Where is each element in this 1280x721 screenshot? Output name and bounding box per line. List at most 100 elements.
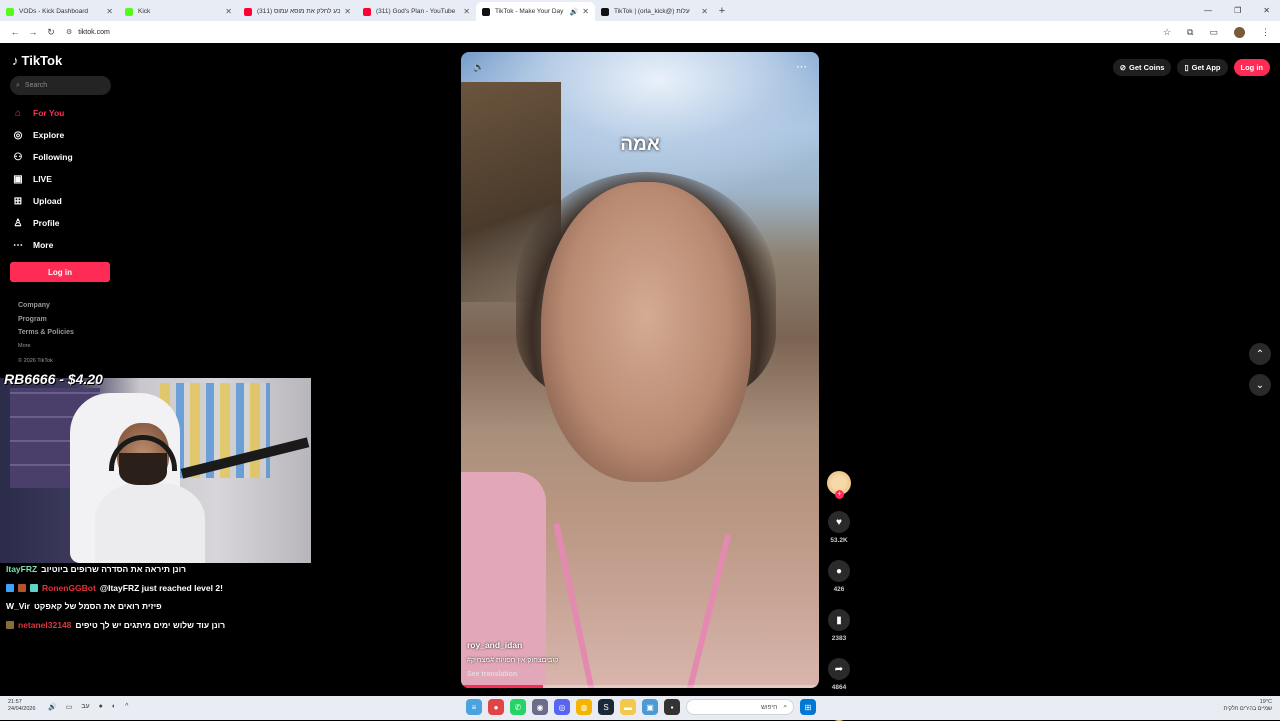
taskbar-app-icon[interactable]: ▪	[664, 699, 680, 715]
tiktok-logo[interactable]: ♪ TikTok	[12, 53, 62, 68]
clock-time: 21:57	[8, 699, 22, 705]
keyboard-lang-icon[interactable]: עב	[81, 703, 89, 711]
minimize-icon[interactable]: —	[1204, 6, 1212, 15]
follow-plus-icon[interactable]: +	[835, 490, 844, 499]
tier-badge-icon	[18, 583, 26, 592]
chevron-up-icon: ⌃	[1255, 348, 1265, 360]
previous-video-button[interactable]: ⌃	[1249, 343, 1271, 365]
more-options-icon[interactable]: ⋯	[796, 60, 807, 73]
tab-kick-dashboard[interactable]: VODs - Kick Dashboard ✕	[0, 2, 119, 21]
footer-more-link[interactable]: More	[18, 343, 74, 357]
profile-icon: ♙	[13, 217, 23, 229]
network-icon[interactable]: ▭	[66, 703, 73, 711]
taskbar-app-icon[interactable]: ≡	[466, 699, 482, 715]
taskbar-search[interactable]: חיפוש ⌕	[686, 699, 794, 715]
chevron-up-icon[interactable]: ^	[125, 703, 128, 711]
speaker-icon[interactable]: 🔊	[570, 8, 579, 16]
search-input[interactable]: ⌕ Search	[10, 76, 111, 95]
chat-message: W_Vir פיזית רואים את הסמל של קאפקט	[6, 597, 326, 616]
taskbar-app-icon[interactable]: ▣	[642, 699, 658, 715]
share-button[interactable]: ➦	[828, 658, 850, 680]
get-coins-label: Get Coins	[1129, 63, 1165, 72]
file-explorer-icon[interactable]: ▬	[620, 699, 636, 715]
cast-icon[interactable]: ▭	[1209, 27, 1218, 38]
taskbar-app-icon[interactable]: ●	[488, 699, 504, 715]
footer-company-link[interactable]: Company	[18, 302, 74, 316]
sidebar-item-explore[interactable]: ◎ Explore	[10, 124, 120, 146]
sidebar-item-for-you[interactable]: ⌂ For You	[10, 102, 120, 124]
tab-youtube-gods-plan[interactable]: (311) God's Plan - YouTube ✕	[357, 2, 476, 21]
close-tab-icon[interactable]: ✕	[463, 7, 470, 16]
taskbar-app-icon[interactable]: ◉	[532, 699, 548, 715]
close-tab-icon[interactable]: ✕	[344, 7, 351, 16]
sidebar-item-following[interactable]: ⚇ Following	[10, 146, 120, 168]
close-tab-icon[interactable]: ✕	[701, 7, 708, 16]
header-login-button[interactable]: Log in	[1233, 59, 1270, 76]
footer-terms-link[interactable]: Terms & Policies	[18, 329, 74, 343]
get-app-button[interactable]: ▯ Get App	[1177, 59, 1228, 76]
video-author[interactable]: roy_and_idan	[467, 640, 522, 650]
taskbar-app-icon[interactable]: ◎	[554, 699, 570, 715]
tab-title: Kick	[138, 8, 151, 15]
site-info-icon[interactable]: ⚙	[66, 28, 72, 36]
tab-youtube-1[interactable]: (311) עדן פוגל תבע לחלק את מוסא עמוס ✕	[238, 2, 357, 21]
like-button[interactable]: ♥	[828, 511, 850, 533]
youtube-favicon-icon	[363, 7, 371, 16]
tab-tiktok-active[interactable]: TikTok - Make Your Day 🔊 ✕	[476, 2, 595, 21]
sidebar-item-profile[interactable]: ♙ Profile	[10, 212, 120, 234]
comment-button[interactable]: ●	[828, 560, 850, 582]
get-coins-button[interactable]: ⊘ Get Coins	[1112, 59, 1172, 76]
forward-icon[interactable]: →	[24, 27, 42, 37]
close-tab-icon[interactable]: ✕	[106, 7, 113, 16]
url-input[interactable]: ⚙ tiktok.com	[66, 24, 1163, 40]
chrome-taskbar-icon[interactable]: ◍	[576, 699, 592, 715]
donation-alert: RB6666 - $4.20	[4, 371, 103, 387]
sidebar-item-upload[interactable]: ⊞ Upload	[10, 190, 120, 212]
new-tab-button[interactable]: +	[714, 2, 730, 21]
maximize-icon[interactable]: ❐	[1234, 6, 1241, 15]
sidebar-item-more[interactable]: ⋯ More	[10, 234, 120, 256]
close-window-icon[interactable]: ✕	[1263, 6, 1270, 15]
sub-badge-icon	[30, 583, 38, 592]
os-taskbar: 21:57 24/04/2026 🔊 ▭ עב ● ◐ ^ ≡ ● ✆ ◉ ◎ …	[0, 696, 1280, 720]
see-translation-link[interactable]: See translation	[467, 671, 517, 678]
reload-icon[interactable]: ↻	[42, 27, 60, 38]
taskbar-app-icon[interactable]: ✆	[510, 699, 526, 715]
next-video-button[interactable]: ⌄	[1249, 374, 1271, 396]
tray-app-icon[interactable]: ◐	[112, 703, 116, 711]
save-button[interactable]: ▮	[828, 609, 850, 631]
browser-menu-icon[interactable]: ⋮	[1261, 27, 1270, 38]
heart-icon: ♥	[836, 516, 842, 528]
kick-favicon-icon	[6, 7, 14, 16]
footer-program-link[interactable]: Program	[18, 316, 74, 330]
mic-icon[interactable]: ●	[99, 703, 103, 711]
sidebar-footer: Company Program Terms & Policies More © …	[18, 302, 74, 372]
taskbar-app-icon[interactable]: S	[598, 699, 614, 715]
sidebar-login-button[interactable]: Log in	[10, 262, 110, 282]
tab-kick[interactable]: Kick ✕	[119, 2, 238, 21]
volume-icon[interactable]: 🔊	[48, 703, 57, 711]
extensions-icon[interactable]: ⧉	[1187, 27, 1193, 38]
kick-favicon-icon	[125, 7, 133, 16]
chat-message: RonenGGBot @ItayFRZ just reached level 2…	[6, 579, 326, 598]
streamer-webcam	[0, 378, 311, 563]
video-player[interactable]: 🔈 ⋯ אמה roy_and_idan #קוביםצחוק אין חסוי…	[461, 52, 819, 688]
bookmark-star-icon[interactable]: ☆	[1163, 27, 1171, 38]
taskbar-clock[interactable]: 21:57 24/04/2026	[8, 699, 36, 713]
close-tab-icon[interactable]: ✕	[582, 7, 589, 16]
sidebar-item-live[interactable]: ▣ LIVE	[10, 168, 120, 190]
creator-avatar[interactable]: +	[827, 471, 851, 499]
volume-icon[interactable]: 🔈	[473, 62, 484, 73]
weather-widget[interactable]: 19°C שמיים בהירים חלקית	[1224, 699, 1272, 713]
video-progress-bar[interactable]	[461, 685, 819, 688]
close-tab-icon[interactable]: ✕	[225, 7, 232, 16]
back-icon[interactable]: ←	[6, 27, 24, 37]
clock-date: 24/04/2026	[8, 706, 36, 712]
tab-tiktok-profile[interactable]: TikTok | (orla_kick@) עלות ✕	[595, 2, 714, 21]
video-frame-strap	[686, 533, 732, 688]
like-count: 53.2K	[830, 537, 848, 544]
windows-start-icon[interactable]: ⊞	[800, 699, 816, 715]
profile-avatar[interactable]	[1234, 26, 1245, 38]
weather-temp: 19°C	[1259, 699, 1272, 705]
video-frame-face	[541, 182, 751, 482]
